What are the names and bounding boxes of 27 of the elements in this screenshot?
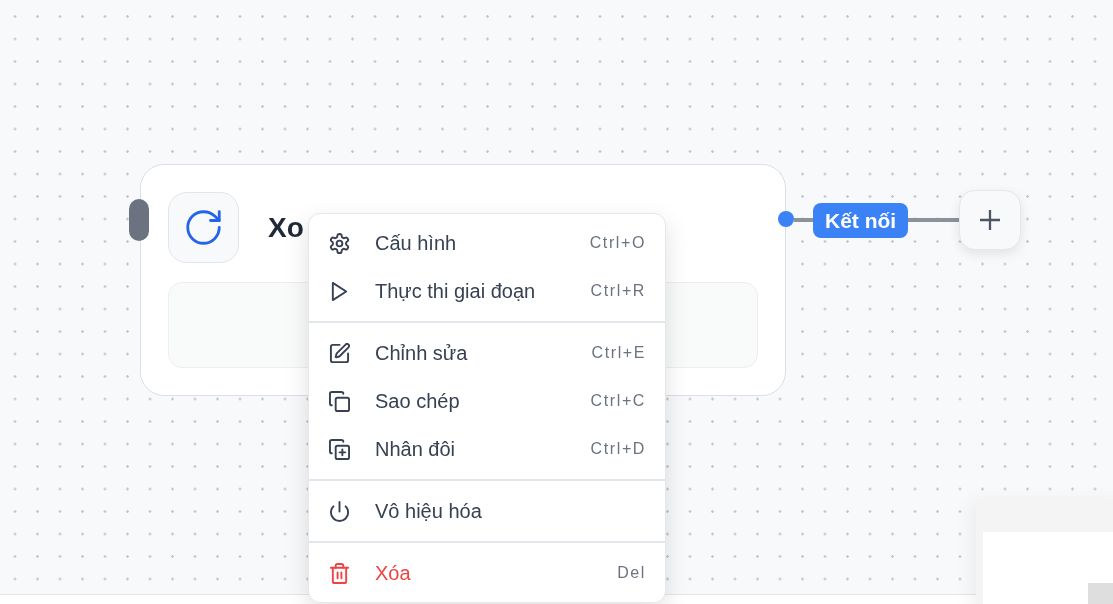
menu-item[interactable]: Thực thi giai đoạn Ctrl+R [309,267,665,315]
shortcut-text: Ctrl+O [589,233,646,253]
menu-item[interactable]: Sao chép Ctrl+C [309,377,665,425]
edit-icon [329,342,350,364]
plus-icon [980,210,1000,230]
refresh-icon [168,192,239,263]
power-icon [329,500,350,522]
node-title: Xo [268,210,304,245]
shortcut-text: Del [617,563,646,583]
add-node-button[interactable] [959,190,1021,250]
menu-item[interactable]: Vô hiệu hóa [309,487,665,535]
output-handle[interactable] [778,211,794,227]
menu-item[interactable]: Xóa Del [309,549,665,597]
play-icon [329,280,350,302]
copy-icon [329,390,350,412]
input-handle[interactable] [129,199,149,241]
trash-icon [329,562,350,584]
shortcut-text: Ctrl+E [591,343,646,363]
shortcut-text: Ctrl+R [590,281,646,301]
shortcut-text: Ctrl+D [590,439,646,459]
copy-plus-icon [329,438,350,460]
shortcut-text: Ctrl+C [590,391,646,411]
menu-item[interactable]: Chỉnh sửa Ctrl+E [309,329,665,377]
menu-item[interactable]: Cấu hình Ctrl+O [309,219,665,267]
menu-item[interactable]: Nhân đôi Ctrl+D [309,425,665,473]
gear-icon [329,232,350,254]
edge-label: Kết nối [813,203,909,238]
